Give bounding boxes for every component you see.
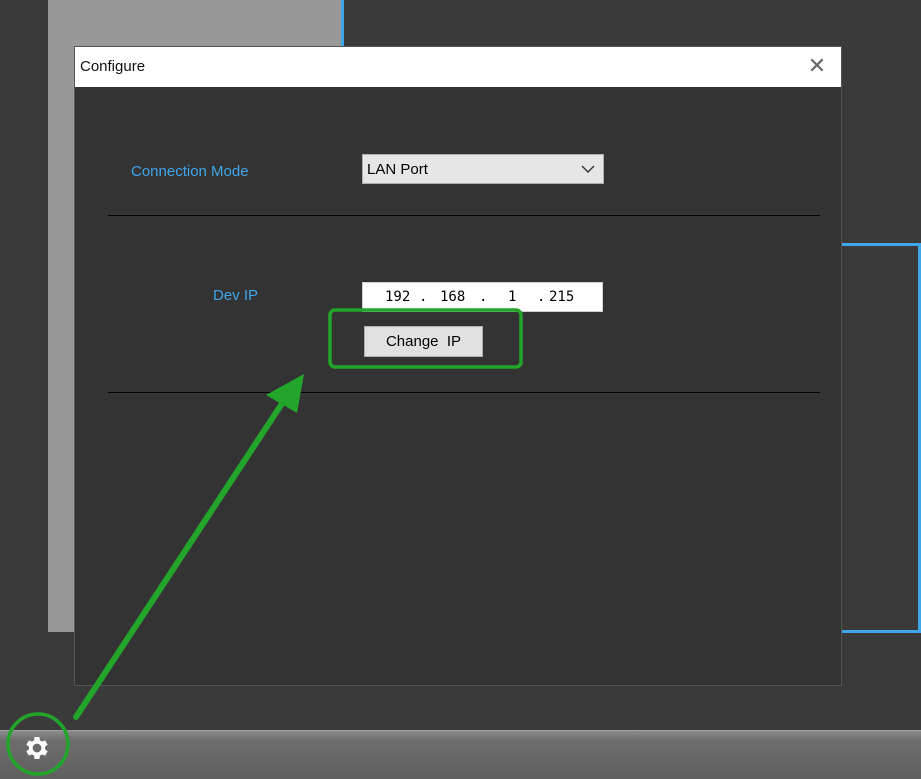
- gear-icon[interactable]: [22, 733, 52, 763]
- background-panel-border: [842, 630, 921, 633]
- dialog-titlebar[interactable]: Configure ✕: [75, 47, 841, 87]
- dialog-title: Configure: [80, 58, 146, 75]
- dev-ip-input[interactable]: 192 . 168 . 1 . 215: [362, 282, 603, 312]
- change-ip-button[interactable]: Change IP: [364, 326, 483, 357]
- chevron-down-icon: [581, 165, 595, 173]
- ip-octet-4[interactable]: 215: [549, 289, 574, 305]
- close-button[interactable]: ✕: [805, 53, 829, 79]
- ip-octet-2[interactable]: 168: [440, 289, 465, 305]
- ip-separator: .: [537, 289, 546, 305]
- ip-separator: .: [479, 289, 488, 305]
- connection-mode-label: Connection Mode: [131, 163, 249, 180]
- connection-mode-select[interactable]: LAN Port: [362, 154, 604, 184]
- section-divider: [108, 392, 820, 393]
- ip-separator: .: [419, 289, 428, 305]
- dev-ip-label: Dev IP: [213, 287, 259, 304]
- configure-dialog: Configure ✕ Connection Mode LAN Port Dev…: [74, 46, 842, 686]
- connection-mode-value: LAN Port: [367, 161, 428, 178]
- background-panel-border: [842, 243, 921, 246]
- ip-octet-1[interactable]: 192: [385, 289, 410, 305]
- background-panel-border: [341, 0, 344, 46]
- bottom-toolbar: [0, 730, 921, 779]
- section-divider: [108, 215, 820, 216]
- ip-octet-3[interactable]: 1: [508, 289, 516, 305]
